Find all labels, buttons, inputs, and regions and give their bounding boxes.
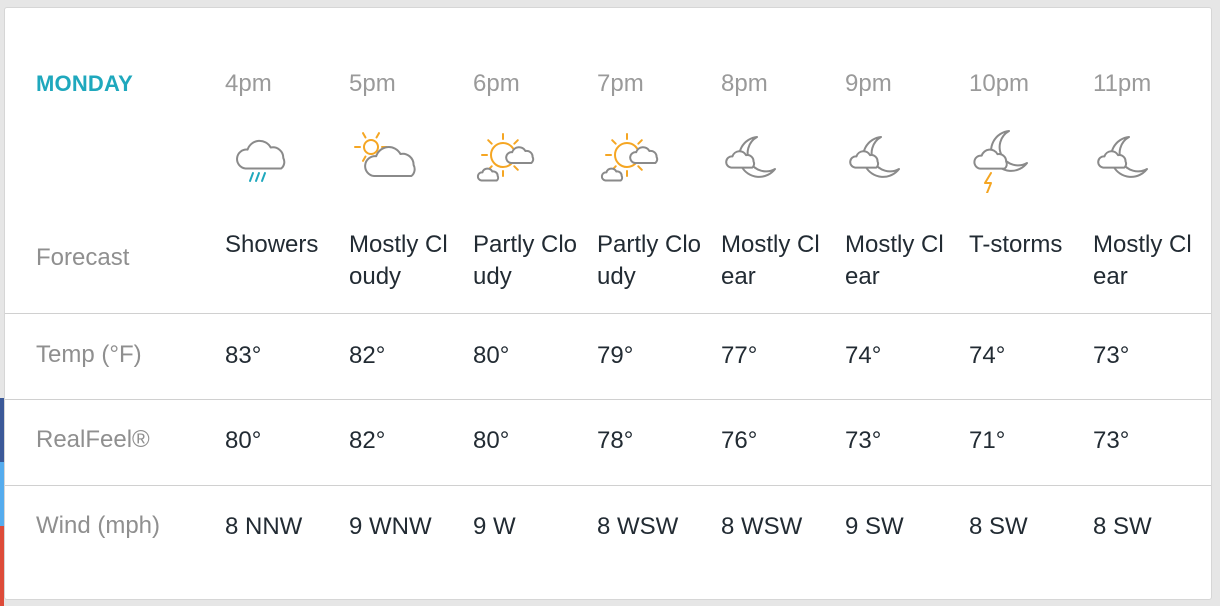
temp-value: 73°	[1093, 342, 1130, 369]
divider	[5, 313, 1211, 314]
wind-value: 9 W	[473, 513, 516, 540]
condition-text: Mostly Clear	[845, 231, 944, 290]
realfeel-value: 73°	[1093, 427, 1130, 454]
realfeel-value: 73°	[845, 427, 882, 454]
wind-value: 8 WSW	[721, 513, 803, 540]
partly-cloudy-day-icon	[473, 123, 543, 193]
condition-text: Mostly Clear	[721, 231, 820, 290]
temp-value: 83°	[225, 342, 262, 369]
realfeel-value: 76°	[721, 427, 758, 454]
wind-value: 8 WSW	[597, 513, 679, 540]
realfeel-value: 78°	[597, 427, 634, 454]
temp-value: 77°	[721, 342, 758, 369]
condition-text: Partly Cloudy	[597, 231, 702, 290]
hour-time: 11pm	[1093, 70, 1152, 97]
mostly-clear-night-icon	[845, 123, 915, 193]
mostly-clear-night-icon	[721, 123, 791, 193]
rain-shower-icon	[225, 123, 295, 193]
realfeel-row-label: RealFeel®	[36, 426, 150, 453]
wind-value: 9 WNW	[349, 513, 432, 540]
hour-time: 8pm	[721, 70, 768, 97]
day-heading: MONDAY	[36, 71, 133, 96]
mostly-clear-night-icon	[1093, 123, 1163, 193]
hour-time: 10pm	[969, 70, 1030, 97]
wind-value: 9 SW	[845, 513, 904, 540]
condition-text: Partly Cloudy	[473, 231, 578, 290]
wind-row-label: Wind (mph)	[36, 512, 161, 539]
forecast-row-label: Forecast	[36, 244, 130, 271]
hour-time: 4pm	[225, 70, 272, 97]
condition-text: Showers	[225, 231, 319, 258]
hour-time: 6pm	[473, 70, 520, 97]
partly-cloudy-day-icon	[597, 123, 667, 193]
realfeel-value: 80°	[473, 427, 510, 454]
wind-value: 8 NNW	[225, 513, 303, 540]
wind-value: 8 SW	[1093, 513, 1152, 540]
condition-text: T-storms	[969, 231, 1063, 258]
thunderstorm-night-icon	[969, 123, 1039, 193]
condition-text: Mostly Clear	[1093, 231, 1192, 290]
realfeel-value: 80°	[225, 427, 262, 454]
hour-time: 5pm	[349, 70, 396, 97]
condition-text: Mostly Cloudy	[349, 231, 448, 290]
temp-row-label: Temp (°F)	[36, 341, 142, 368]
divider	[5, 399, 1211, 400]
realfeel-value: 71°	[969, 427, 1006, 454]
temp-value: 82°	[349, 342, 386, 369]
hour-time: 7pm	[597, 70, 644, 97]
hour-time: 9pm	[845, 70, 892, 97]
realfeel-value: 82°	[349, 427, 386, 454]
temp-value: 74°	[969, 342, 1006, 369]
temp-value: 79°	[597, 342, 634, 369]
wind-value: 8 SW	[969, 513, 1028, 540]
mostly-cloudy-day-icon	[349, 123, 419, 193]
temp-value: 74°	[845, 342, 882, 369]
temp-value: 80°	[473, 342, 510, 369]
hourly-forecast-card: MONDAY Forecast Temp (°F) RealFeel® Wind…	[4, 7, 1212, 600]
divider	[5, 485, 1211, 486]
